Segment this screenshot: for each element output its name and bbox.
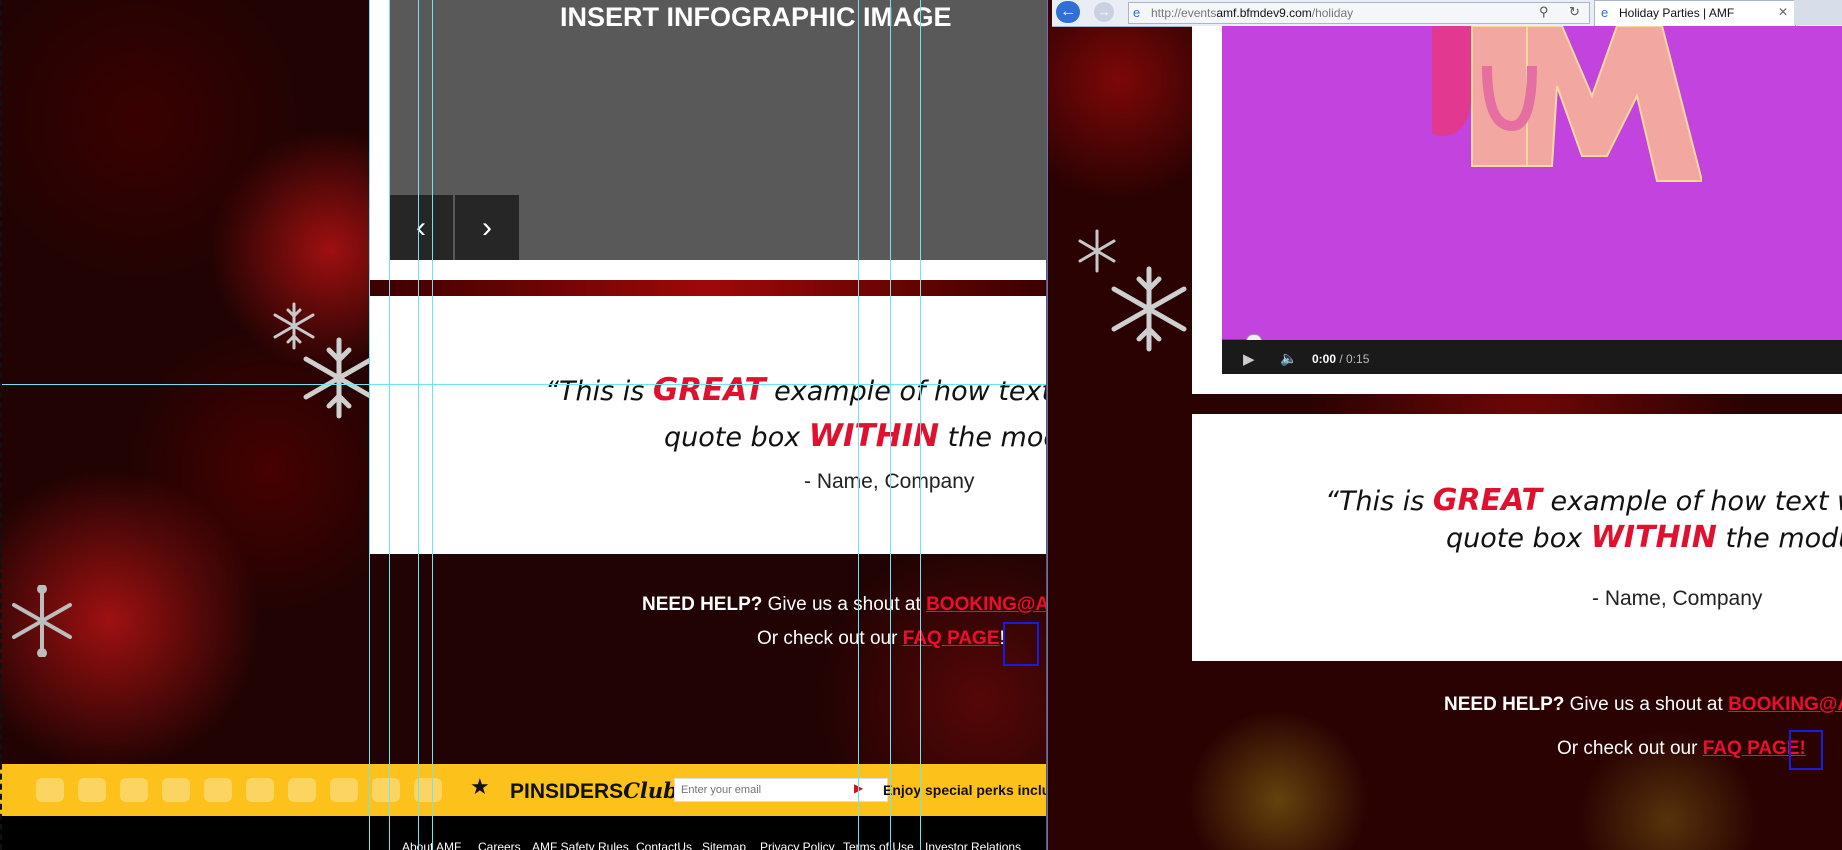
video-time: 0:00 / 0:15 xyxy=(1312,352,1370,366)
snowflake-icon xyxy=(12,585,72,657)
hex-pattern xyxy=(204,778,232,802)
red-divider xyxy=(369,280,1048,296)
quote-attribution: - Name, Company xyxy=(1592,587,1763,610)
guide-line xyxy=(920,0,921,850)
hex-pattern xyxy=(36,778,64,802)
help-line-2: Or check out our FAQ PAGE! xyxy=(757,628,1005,649)
carousel-prev-button[interactable]: ‹ xyxy=(389,195,453,260)
snowflake-icon xyxy=(1111,266,1187,352)
back-arrow-icon[interactable]: ← xyxy=(1056,1,1080,23)
star-icon: ★ xyxy=(470,774,490,799)
tab-title: Holiday Parties | AMF xyxy=(1619,6,1735,20)
design-comp-pane: INSERT INFOGRAPHIC IMAGE ‹ › “This is GR… xyxy=(0,0,1048,850)
quote-line-2: quote box WITHIN the modu xyxy=(664,418,1048,454)
hex-pattern xyxy=(330,778,358,802)
quote-line-1: “This is GREAT example of how text wi xyxy=(1325,483,1842,518)
volume-icon[interactable]: 🔈 xyxy=(1280,350,1297,367)
hex-pattern xyxy=(162,778,190,802)
footer-link-privacy[interactable]: Privacy Policy xyxy=(760,840,835,850)
selection-marker xyxy=(1003,622,1039,666)
help-line-1: NEED HELP? Give us a shout at BOOKING@A xyxy=(642,594,1048,615)
guide-line xyxy=(369,0,370,850)
close-icon[interactable]: ✕ xyxy=(1778,5,1788,19)
booking-email-link[interactable]: BOOKING@AI xyxy=(1728,694,1842,715)
carousel-next-button[interactable]: › xyxy=(455,195,519,260)
play-icon[interactable]: ▶ xyxy=(1243,350,1255,368)
search-icon[interactable]: ⚲ xyxy=(1539,4,1549,20)
hex-pattern xyxy=(120,778,148,802)
hex-pattern xyxy=(246,778,274,802)
hex-pattern xyxy=(372,778,400,802)
video-player[interactable] xyxy=(1222,26,1842,340)
pinsiders-club-logo: PINSIDERSClub xyxy=(510,778,678,803)
forward-arrow-icon[interactable]: → xyxy=(1094,2,1114,22)
tab-holiday-parties[interactable]: e Holiday Parties | AMF ✕ xyxy=(1594,0,1796,26)
booking-email-link[interactable]: BOOKING@A xyxy=(926,594,1048,615)
footer-link-contact[interactable]: ContactUs xyxy=(636,840,692,850)
pinsiders-perks-text: Enjoy special perks includ xyxy=(883,782,1048,798)
guide-line xyxy=(418,0,419,850)
infographic-title: INSERT INFOGRAPHIC IMAGE xyxy=(560,2,952,32)
new-tab-area[interactable] xyxy=(1794,0,1842,25)
video-frame-logo xyxy=(1432,26,1702,182)
chevron-right-icon: › xyxy=(482,210,492,244)
help-line-1: NEED HELP? Give us a shout at BOOKING@AI xyxy=(1444,694,1842,716)
ie-page-icon: e xyxy=(1601,5,1609,20)
footer-link-investor[interactable]: Investor Relations xyxy=(925,840,1021,850)
selection-marker xyxy=(1789,730,1823,770)
help-line-2: Or check out our FAQ PAGE! xyxy=(1557,738,1806,759)
footer-link-sitemap[interactable]: Sitemap xyxy=(702,840,746,850)
hex-pattern xyxy=(78,778,106,802)
canvas-edge xyxy=(0,0,2,850)
quote-line-2: quote box WITHIN the modu xyxy=(1446,520,1842,555)
hex-pattern xyxy=(288,778,316,802)
guide-line xyxy=(0,384,1048,385)
footer-link-terms[interactable]: Terms of Use xyxy=(843,840,914,850)
guide-line xyxy=(432,0,433,850)
faq-page-link[interactable]: FAQ PAGE xyxy=(1703,738,1800,759)
footer-link-safety[interactable]: AMF Safety Rules xyxy=(532,840,629,850)
ie-page-icon: e xyxy=(1133,5,1141,20)
guide-line xyxy=(858,0,859,850)
guide-line xyxy=(389,0,390,850)
footer-link-careers[interactable]: Careers xyxy=(478,840,521,850)
refresh-icon[interactable]: ↻ xyxy=(1569,4,1580,20)
url-text: http://eventsamf.bfmdev9.com/holiday xyxy=(1151,6,1354,20)
faq-page-link[interactable]: FAQ PAGE xyxy=(903,628,1000,649)
quote-line-1: “This is GREAT example of how text wil xyxy=(545,372,1048,408)
address-bar[interactable]: e http://eventsamf.bfmdev9.com/holiday ⚲… xyxy=(1128,2,1590,24)
guide-line xyxy=(890,0,891,850)
